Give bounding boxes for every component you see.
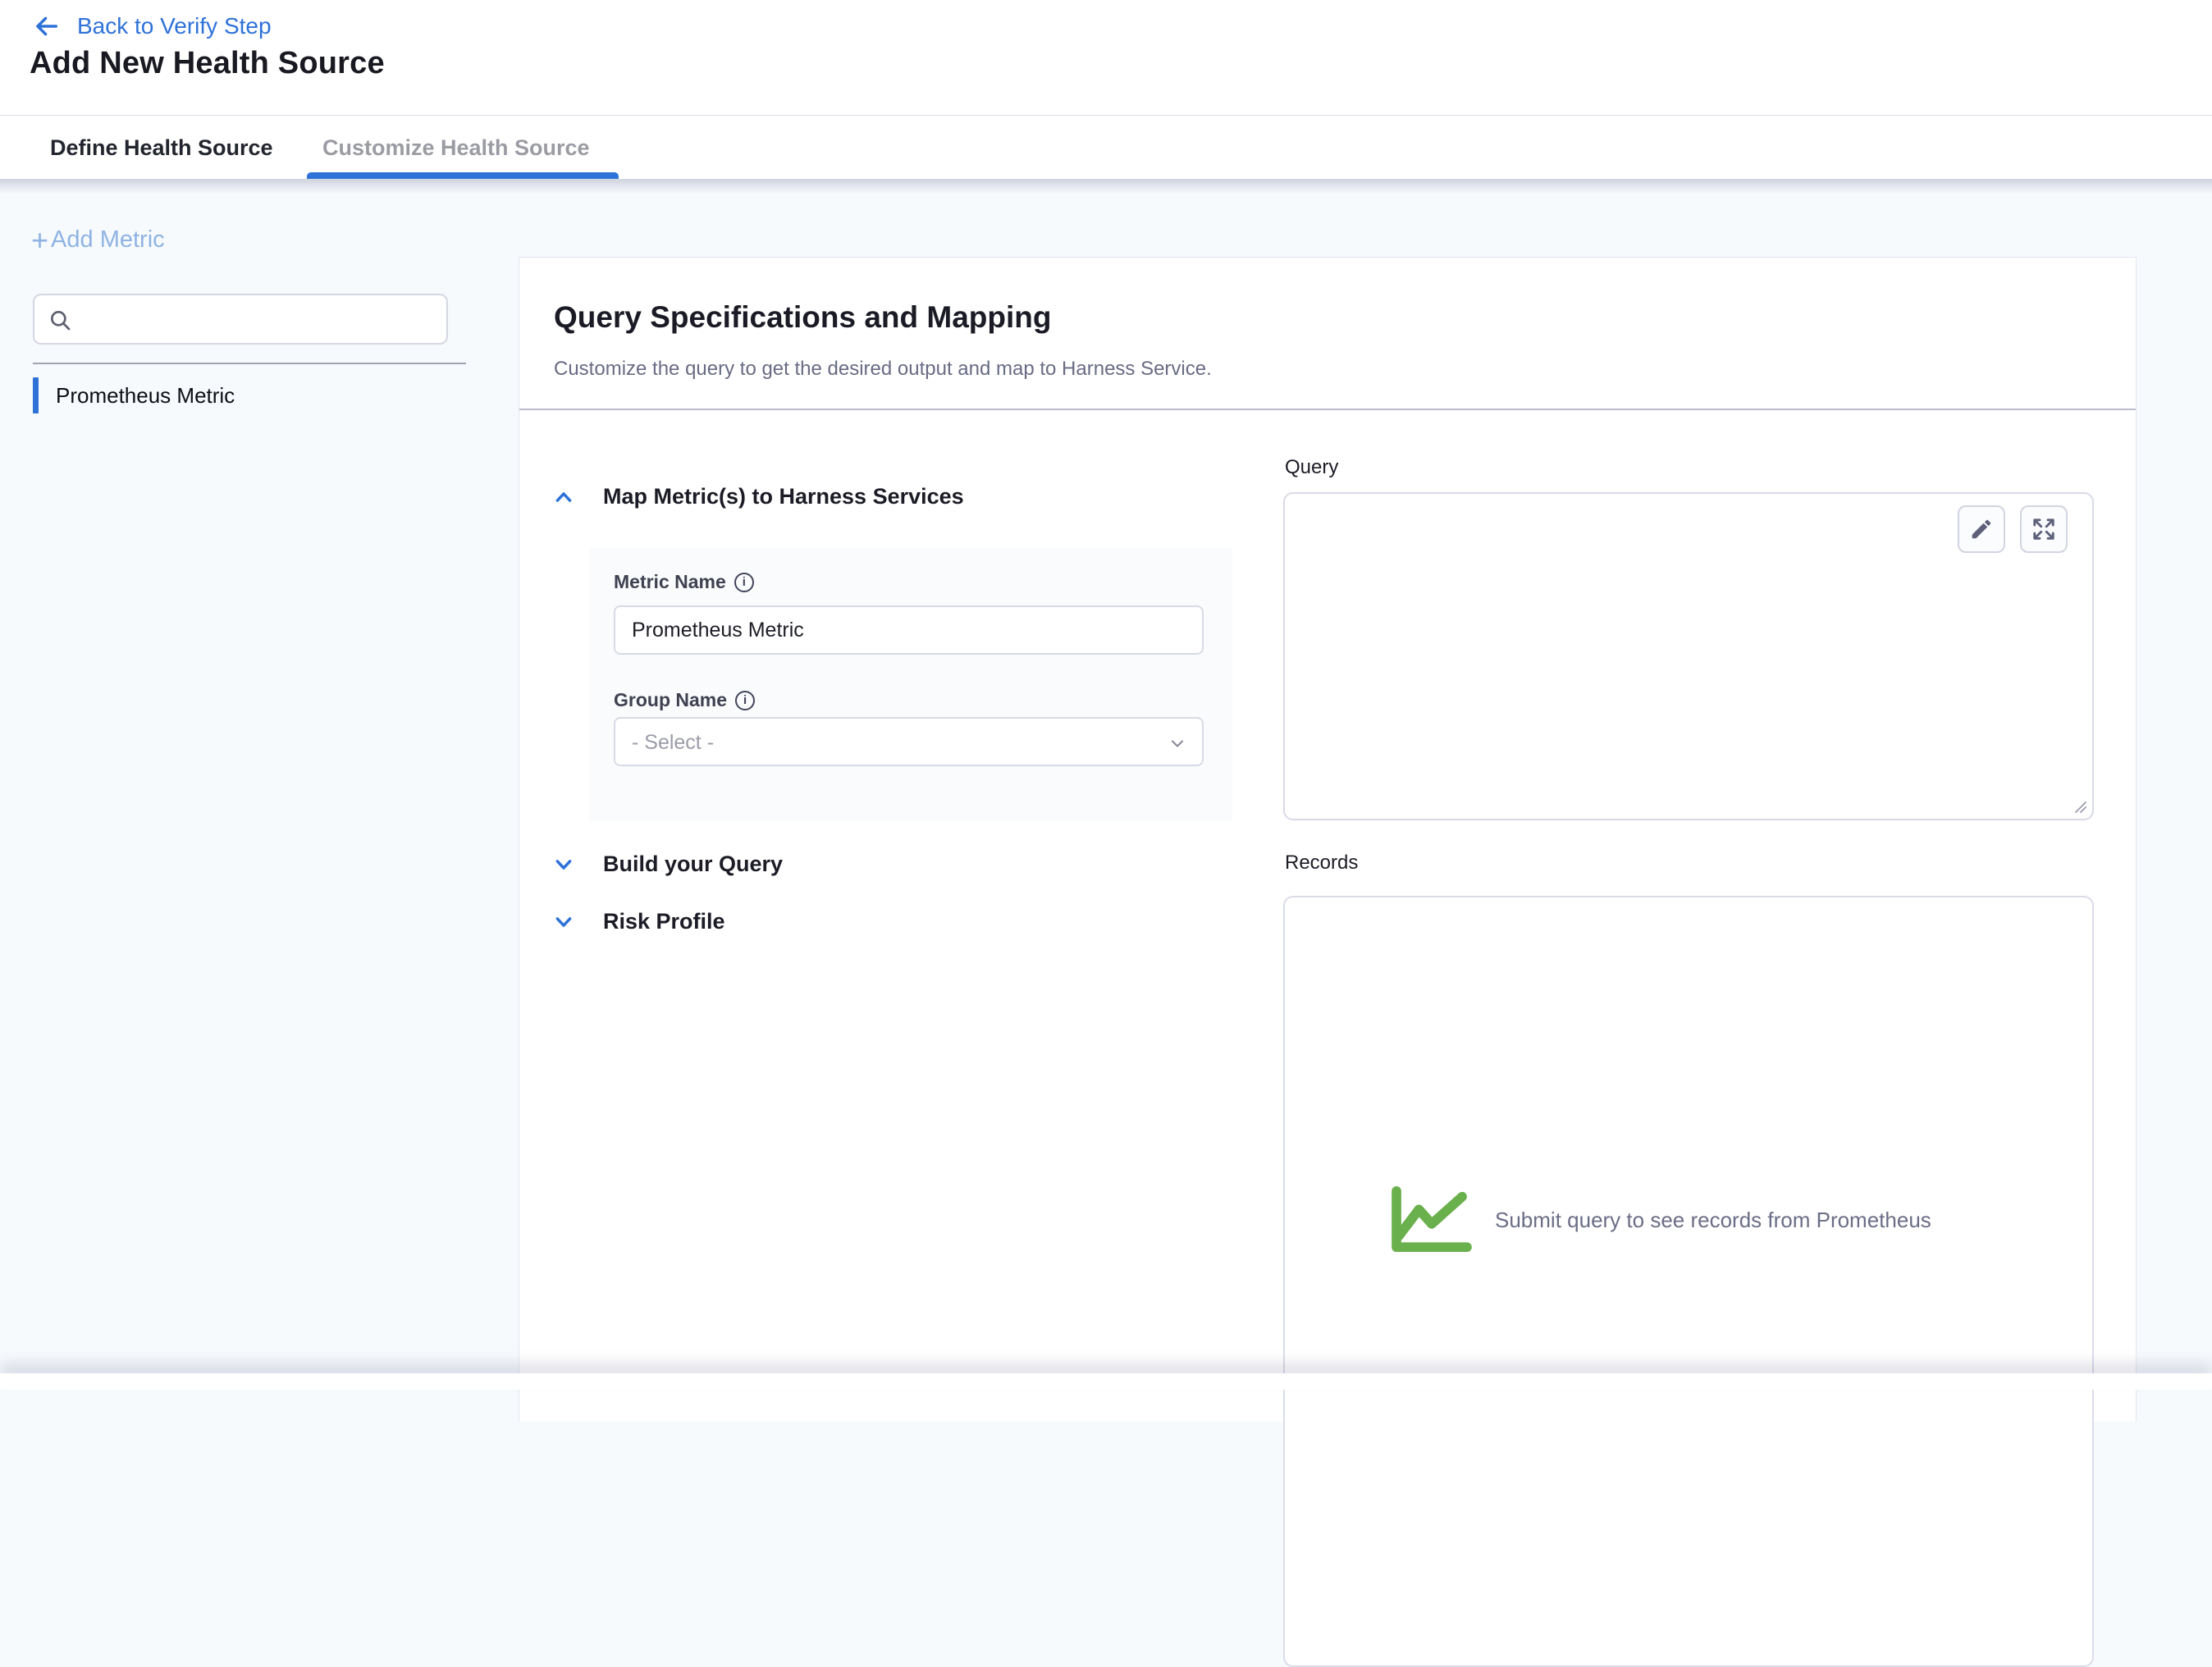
metric-name-label-row: Metric Name i — [614, 571, 754, 593]
map-metric-panel: Metric Name i Group Name i - Select - — [589, 548, 1232, 821]
plus-icon: + — [31, 228, 48, 252]
section-label: Build your Query — [603, 852, 783, 877]
chevron-down-icon — [1168, 733, 1187, 753]
metrics-sidebar: + Add Metric Prometheus Metric — [0, 179, 519, 1390]
metric-name-label: Metric Name — [614, 571, 726, 593]
records-empty-state: Submit query to see records from Prometh… — [1388, 1186, 1931, 1254]
chevron-down-icon — [552, 911, 575, 934]
arrow-left-icon — [33, 12, 61, 40]
page-title: Add New Health Source — [30, 46, 385, 81]
metric-search — [33, 294, 448, 345]
group-name-label: Group Name — [614, 689, 727, 711]
chart-line-icon — [1388, 1186, 1474, 1254]
query-specifications-card: Query Specifications and Mapping Customi… — [519, 257, 2137, 1422]
card-subtitle: Customize the query to get the desired o… — [554, 358, 1212, 381]
info-icon[interactable]: i — [734, 573, 754, 592]
card-divider — [519, 409, 2136, 410]
records-panel: Submit query to see records from Prometh… — [1283, 896, 2094, 1667]
search-icon — [48, 308, 74, 334]
section-label: Risk Profile — [603, 909, 725, 934]
tab-bar: Define Health Source Customize Health So… — [0, 115, 2212, 179]
section-risk-profile[interactable]: Risk Profile — [552, 909, 725, 934]
tab-define-health-source[interactable]: Define Health Source — [50, 116, 273, 180]
back-link-label: Back to Verify Step — [77, 13, 272, 39]
back-link[interactable]: Back to Verify Step — [33, 10, 272, 43]
expand-query-button[interactable] — [2020, 505, 2068, 553]
add-metric-label: Add Metric — [51, 226, 165, 253]
active-tab-underline — [307, 172, 619, 179]
section-label: Map Metric(s) to Harness Services — [603, 484, 964, 509]
info-icon[interactable]: i — [735, 691, 755, 710]
sidebar-divider — [33, 363, 466, 364]
search-input[interactable] — [80, 295, 441, 343]
group-name-label-row: Group Name i — [614, 689, 755, 711]
section-build-your-query[interactable]: Build your Query — [552, 852, 783, 877]
group-name-select[interactable]: - Select - — [614, 717, 1204, 766]
edit-query-button[interactable] — [1958, 505, 2005, 553]
page-header: Back to Verify Step Add New Health Sourc… — [0, 0, 2212, 115]
chevron-down-icon — [552, 853, 575, 876]
footer-shadow-bar — [0, 1373, 2212, 1390]
resize-grip-icon[interactable] — [2070, 797, 2088, 815]
tab-customize-health-source[interactable]: Customize Health Source — [322, 116, 590, 180]
metric-name-field[interactable] — [614, 605, 1204, 655]
metric-item-label: Prometheus Metric — [56, 383, 235, 409]
chevron-up-icon — [552, 486, 575, 509]
selected-indicator-bar — [33, 377, 39, 413]
section-map-metrics[interactable]: Map Metric(s) to Harness Services — [552, 484, 964, 509]
card-title: Query Specifications and Mapping — [554, 300, 1052, 335]
records-empty-text: Submit query to see records from Prometh… — [1495, 1208, 1931, 1233]
query-textarea[interactable] — [1283, 492, 2094, 820]
group-name-placeholder: - Select - — [632, 719, 714, 766]
query-label: Query — [1285, 456, 1338, 479]
metric-list-item-prometheus[interactable]: Prometheus Metric — [33, 376, 466, 415]
expand-arrows-icon — [2031, 517, 2056, 541]
records-label: Records — [1285, 852, 1358, 875]
add-metric-button[interactable]: + Add Metric — [31, 226, 165, 253]
pencil-icon — [1969, 517, 1994, 541]
